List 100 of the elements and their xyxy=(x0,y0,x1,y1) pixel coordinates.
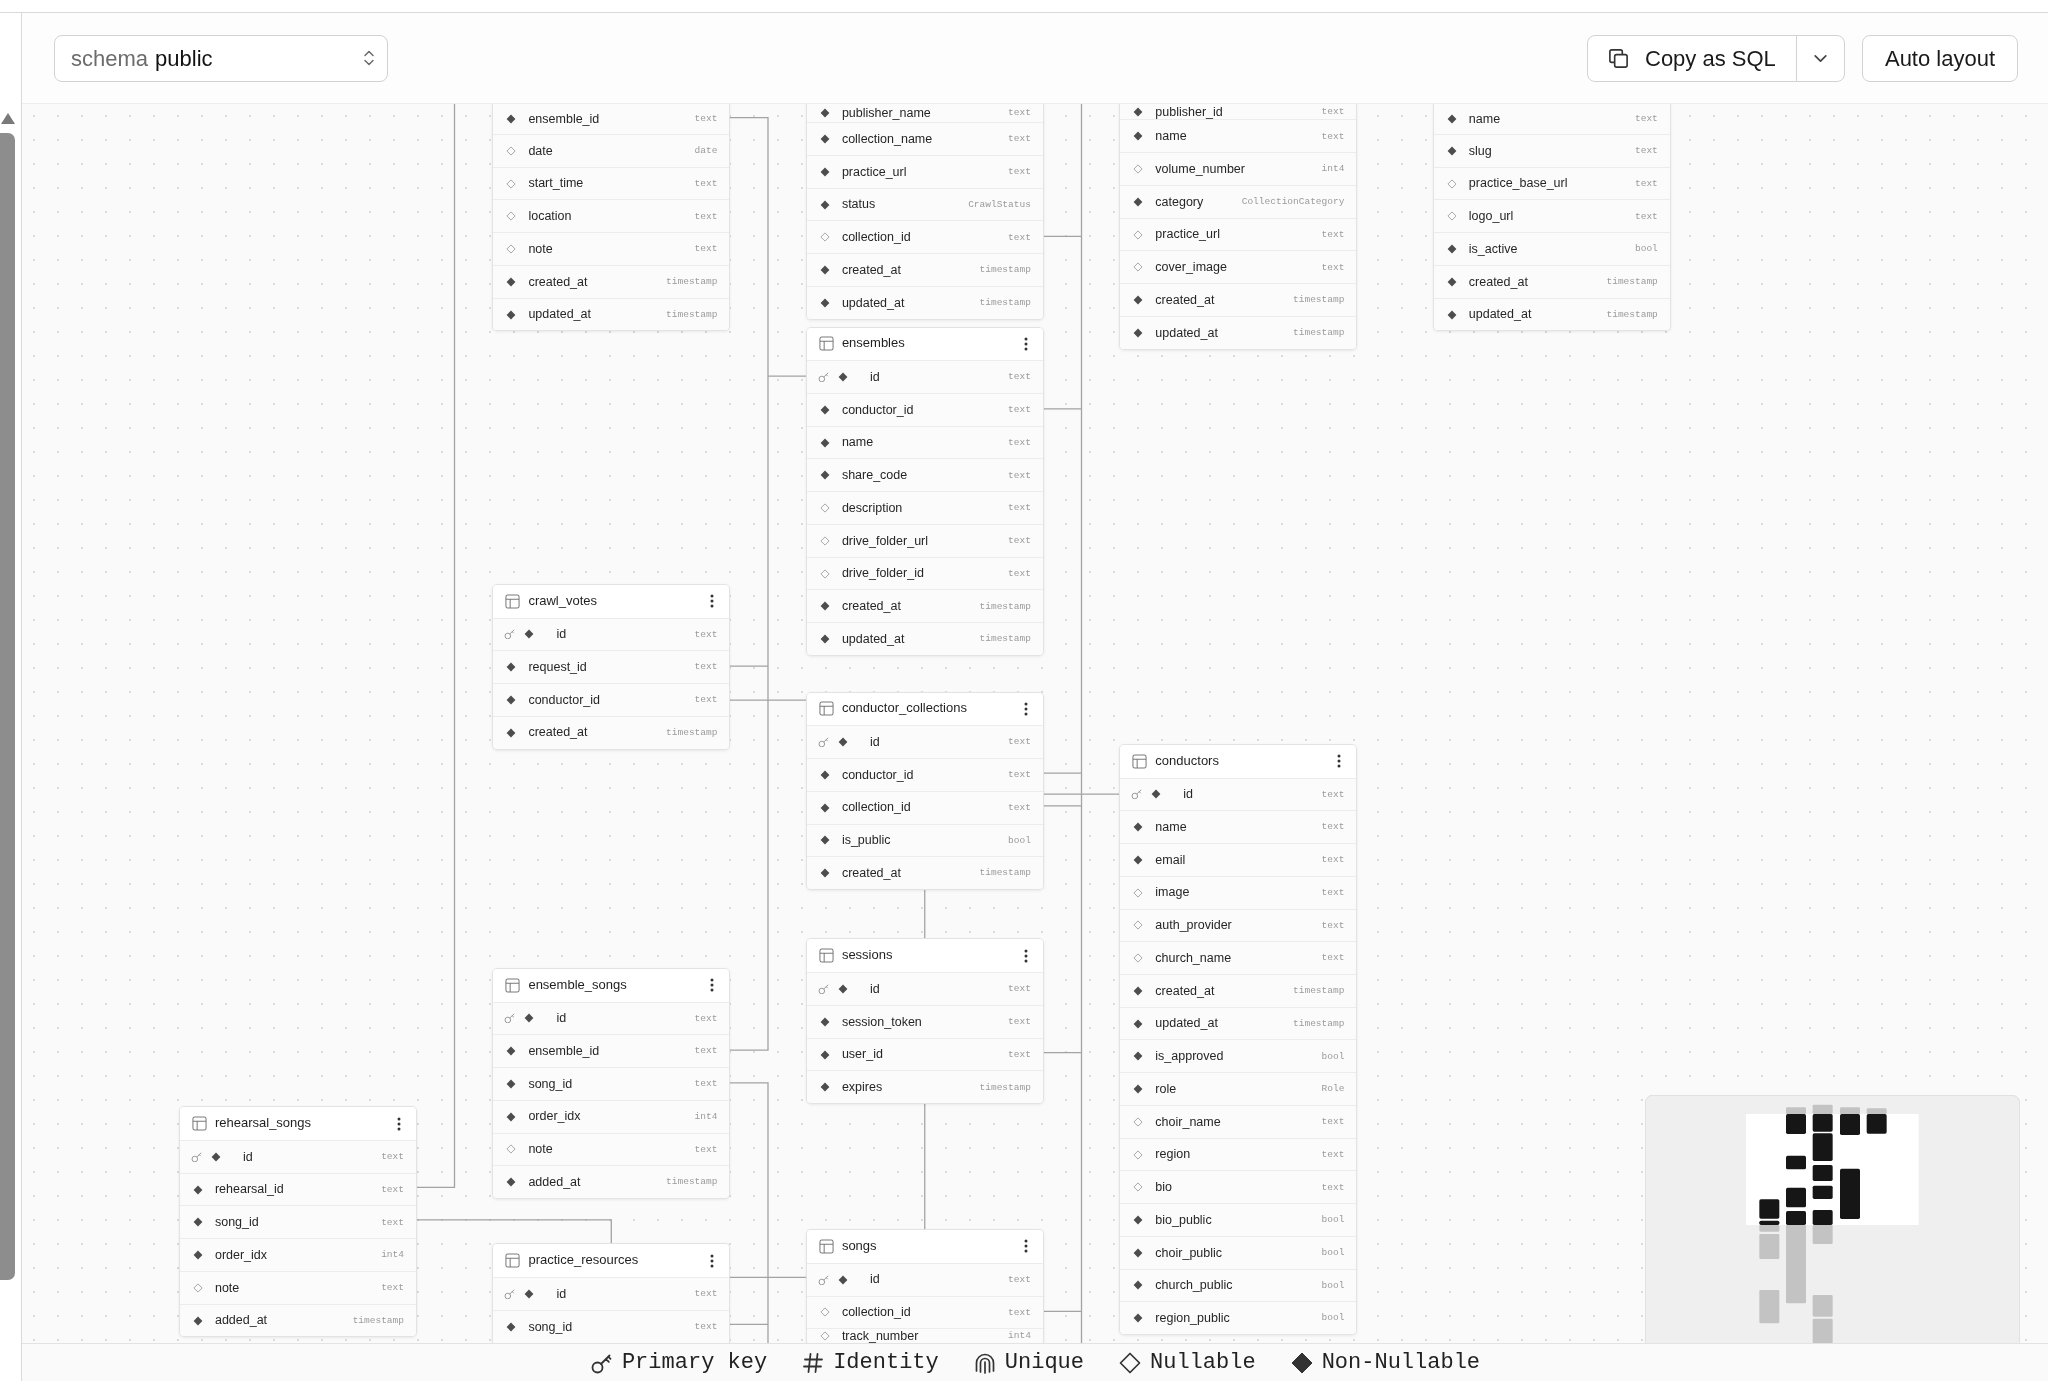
scrollbar-thumb[interactable] xyxy=(0,133,15,1280)
column-type: timestamp xyxy=(351,1314,404,1327)
column-name: created_at xyxy=(1468,274,1528,289)
column-type: text xyxy=(1320,1116,1345,1128)
column-name: region_public xyxy=(1155,1311,1230,1326)
column-type: text xyxy=(1320,821,1345,833)
column-type: timestamp xyxy=(1605,276,1658,288)
column-name: start_time xyxy=(528,176,584,191)
column-type: text xyxy=(1320,1148,1345,1161)
legend-label: Nullable xyxy=(1150,1351,1256,1374)
kebab-menu-icon[interactable] xyxy=(1337,754,1342,769)
column-name: id xyxy=(556,1286,567,1302)
column-type: text xyxy=(380,1282,404,1294)
schema-select[interactable]: schema public xyxy=(54,34,388,82)
column-type: text xyxy=(1007,404,1031,416)
column-name: updated_at xyxy=(1468,307,1532,322)
column-name: collection_id xyxy=(841,230,911,245)
kebab-menu-icon[interactable] xyxy=(710,978,715,993)
column-type: timestamp xyxy=(665,308,718,321)
column-name: practice_url xyxy=(841,164,907,179)
chevron-up-down-icon xyxy=(363,48,375,68)
kebab-menu-icon[interactable] xyxy=(1023,701,1028,716)
column-name: image xyxy=(1155,885,1190,900)
column-name: email xyxy=(1155,852,1186,868)
kebab-menu-icon[interactable] xyxy=(710,594,715,609)
column-name: rehearsal_id xyxy=(214,1182,284,1197)
table-name: conductors xyxy=(1155,753,1219,769)
table-icon xyxy=(818,701,834,717)
column-name: practice_url xyxy=(1155,227,1220,242)
diamond-icon xyxy=(1118,1350,1142,1375)
column-name: created_at xyxy=(528,274,588,289)
column-type: text xyxy=(1007,1273,1031,1286)
column-type: bool xyxy=(1320,1214,1345,1226)
column-type: text xyxy=(1007,166,1031,178)
kebab-menu-icon[interactable] xyxy=(1023,1239,1028,1254)
table-name: rehearsal_songs xyxy=(214,1116,312,1132)
column-type: text xyxy=(380,1183,404,1196)
column-name: auth_provider xyxy=(1155,918,1232,933)
column-type: text xyxy=(1007,1048,1031,1061)
column-name: id xyxy=(869,369,880,385)
column-type: text xyxy=(1007,231,1031,243)
arrow-up-icon[interactable] xyxy=(0,112,16,125)
column-name: collection_id xyxy=(841,800,911,815)
column-type: text xyxy=(1634,145,1658,157)
kebab-menu-icon[interactable] xyxy=(1023,948,1028,963)
table-name: conductor_collections xyxy=(841,701,967,717)
column-type: text xyxy=(1007,107,1031,119)
column-type: timestamp xyxy=(978,633,1031,645)
column-name: slug xyxy=(1468,143,1492,158)
auto-layout-button[interactable]: Auto layout xyxy=(1862,34,2018,82)
column-name: session_token xyxy=(841,1014,922,1029)
column-type: text xyxy=(1007,436,1031,449)
column-type: timestamp xyxy=(978,1081,1031,1093)
column-name: updated_at xyxy=(1155,325,1218,340)
column-type: timestamp xyxy=(1292,294,1345,306)
table-icon xyxy=(818,1238,834,1254)
column-type: timestamp xyxy=(978,867,1031,879)
minimap[interactable] xyxy=(1645,1095,2020,1343)
column-type: text xyxy=(693,1143,718,1156)
column-name: request_id xyxy=(528,659,587,675)
column-type: timestamp xyxy=(978,264,1031,276)
column-name: bio xyxy=(1155,1180,1173,1195)
table-name: ensemble_songs xyxy=(528,977,627,993)
column-name: ensemble_id xyxy=(528,111,600,127)
kebab-menu-icon[interactable] xyxy=(1023,336,1028,351)
column-type: text xyxy=(1007,133,1031,145)
column-type: text xyxy=(693,113,718,125)
column-name: bio_public xyxy=(1155,1212,1212,1228)
column-name: note xyxy=(528,241,553,257)
column-type: bool xyxy=(1320,1247,1345,1259)
table-name: practice_resources xyxy=(528,1253,639,1269)
column-name: song_id xyxy=(528,1319,573,1334)
column-type: timestamp xyxy=(978,600,1031,612)
copy-sql-button[interactable]: Copy as SQL xyxy=(1587,34,1797,82)
kebab-menu-icon[interactable] xyxy=(710,1253,715,1268)
column-name: song_id xyxy=(214,1215,259,1230)
column-type: text xyxy=(1007,801,1031,814)
column-name: created_at xyxy=(1155,292,1215,308)
column-type: text xyxy=(693,1288,718,1300)
column-type: text xyxy=(1634,113,1658,125)
column-type: CollectionCategory xyxy=(1240,196,1345,208)
column-type: text xyxy=(1007,769,1031,781)
table-icon xyxy=(505,593,521,609)
column-type: timestamp xyxy=(1292,327,1345,339)
column-name: drive_folder_id xyxy=(841,566,924,581)
column-type: text xyxy=(693,661,718,673)
column-name: share_code xyxy=(841,468,908,483)
diamond-icon xyxy=(1289,1350,1314,1375)
column-type: text xyxy=(1634,210,1658,222)
column-type: CrawlStatus xyxy=(967,198,1031,211)
column-name: expires xyxy=(841,1080,883,1095)
table-icon xyxy=(818,948,834,964)
column-name: id xyxy=(1183,787,1194,802)
column-name: note xyxy=(214,1280,240,1295)
column-type: text xyxy=(693,694,718,706)
column-type: text xyxy=(1007,1016,1031,1028)
column-type: timestamp xyxy=(665,1176,718,1188)
column-type: text xyxy=(693,628,718,641)
kebab-menu-icon[interactable] xyxy=(396,1116,401,1131)
table-icon xyxy=(191,1116,207,1132)
